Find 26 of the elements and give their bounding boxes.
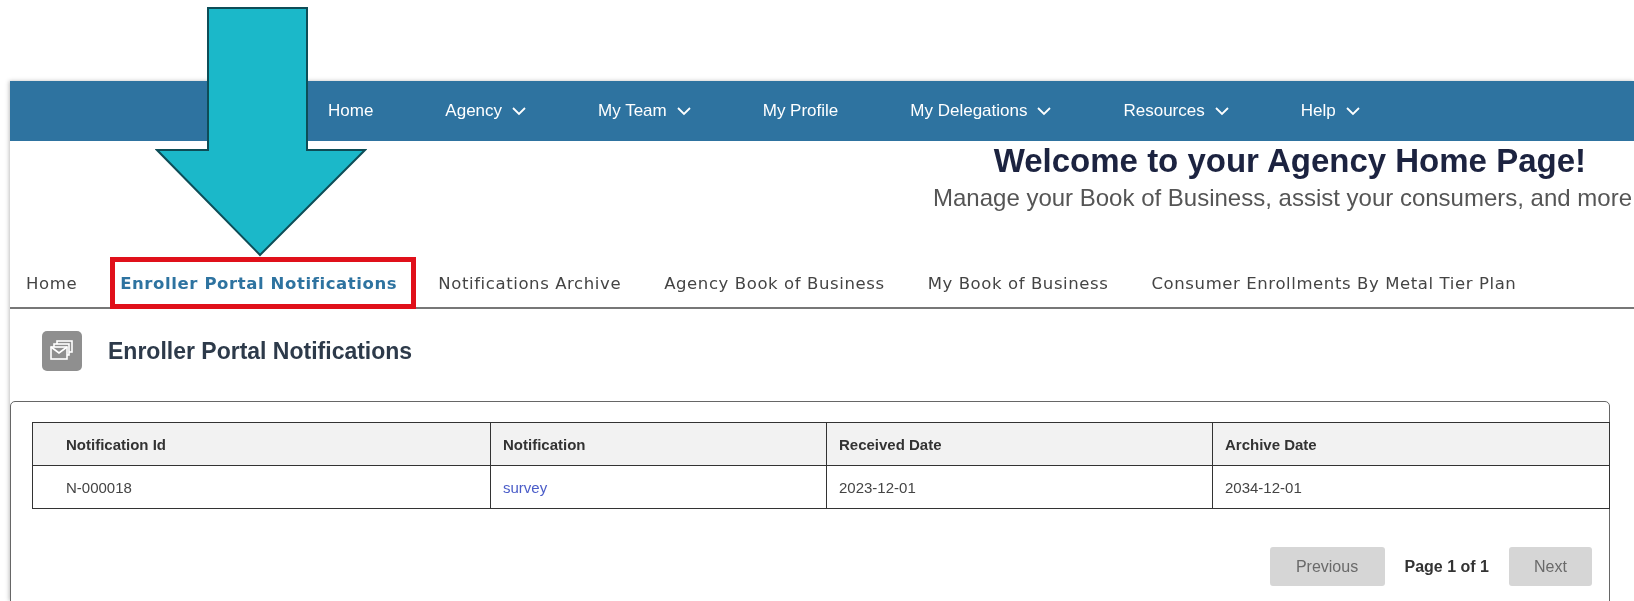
nav-menu-item[interactable]: My Team — [598, 101, 691, 121]
page-heading: Enroller Portal Notifications — [108, 337, 413, 365]
column-header: Archive Date — [1212, 422, 1610, 466]
welcome-subtitle: Manage your Book of Business, assist your consumers, and more — [933, 183, 1632, 213]
tab[interactable]: Consumer Enrollments By Metal Tier Plan — [1141, 257, 1538, 309]
tab[interactable]: Agency Book of Business — [654, 257, 906, 309]
table-cell: 2023-12-01 — [826, 465, 1213, 509]
notification-link[interactable]: survey — [503, 478, 548, 496]
nav-menu-item[interactable]: Home — [328, 101, 374, 121]
tab[interactable]: Notifications Archive — [428, 257, 643, 309]
welcome-title: Welcome to your Agency Home Page! — [993, 141, 1586, 181]
column-header: Received Date — [826, 422, 1213, 466]
table-cell: N-000018 — [32, 465, 491, 509]
envelopes-icon — [42, 331, 82, 371]
column-header: Notification Id — [32, 422, 491, 466]
nav-menu-item[interactable]: Help — [1300, 101, 1360, 121]
tab[interactable]: My Book of Business — [917, 257, 1130, 309]
tab[interactable]: Enroller Portal Notifications — [110, 257, 417, 309]
tab[interactable]: Home — [16, 257, 99, 309]
nav-menu-item[interactable]: Agency — [445, 101, 527, 121]
column-header: Notification — [490, 422, 827, 466]
nav-menu-item[interactable]: My Delegations — [910, 101, 1052, 121]
table-cell: 2034-12-01 — [1212, 465, 1610, 509]
nav-menu-item[interactable]: My Profile — [762, 101, 839, 121]
nav-menu-item[interactable]: Resources — [1123, 101, 1229, 121]
page-indicator: Page 1 of 1 — [1404, 557, 1489, 576]
